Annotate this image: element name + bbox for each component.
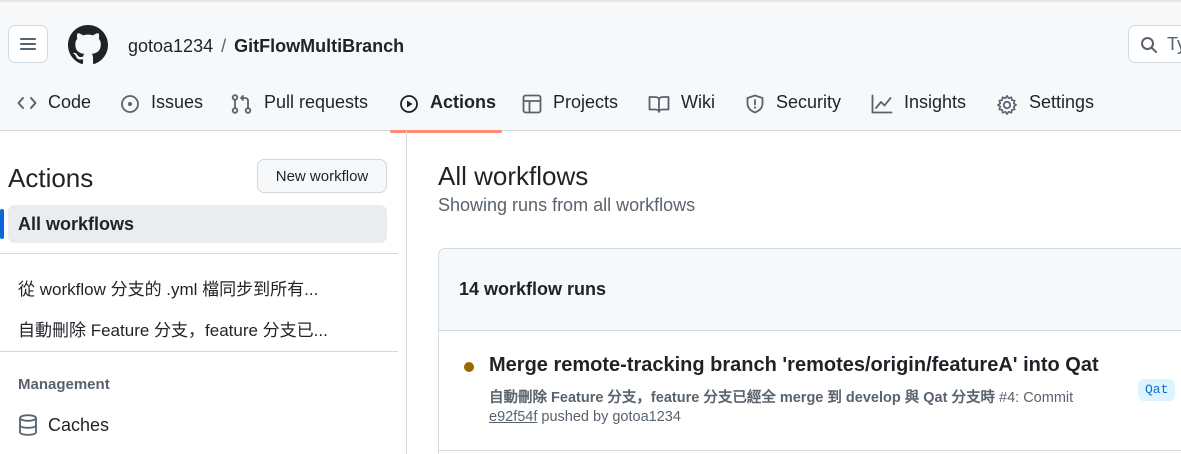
graph-icon [871,94,893,114]
run-title-link[interactable]: Merge remote-tracking branch 'remotes/or… [489,354,1099,377]
workflow-runs-main: All workflows Showing runs from all work… [408,131,1181,454]
github-logo-icon[interactable] [68,25,108,65]
tab-label: Actions [430,92,497,112]
selected-item-marker [0,209,4,239]
shield-icon [746,94,764,114]
pushed-by-text: pushed by gotoa1234 [537,409,681,425]
breadcrumb-separator: / [221,36,227,56]
runs-list-header: 14 workflow runs [439,249,1181,331]
git-pull-request-icon [231,94,252,114]
issue-opened-icon [121,95,139,113]
tab-pull-requests[interactable]: Pull requests [231,86,368,133]
branch-badge[interactable]: Qat [1138,379,1176,401]
tab-label: Projects [553,92,619,112]
repo-breadcrumb: gotoa1234 / GitFlowMultiBranch [128,35,404,57]
in-progress-status-icon [464,362,474,372]
tab-insights[interactable]: Insights [871,86,966,133]
book-icon [648,96,670,113]
tab-security[interactable]: Security [745,86,841,133]
caches-label: Caches [48,414,110,435]
actions-sidebar: Actions New workflow All workflows 從 wor… [0,131,407,454]
tab-label: Settings [1029,92,1095,112]
tab-label: Security [776,92,842,112]
tab-label: Issues [151,92,204,112]
hamburger-menu-button[interactable] [8,25,48,63]
table-icon [522,94,542,114]
management-heading: Management [18,376,110,393]
hamburger-icon [20,38,36,50]
sidebar-item-all-workflows[interactable]: All workflows [8,205,387,243]
run-number: #4: Commit [994,390,1074,406]
repo-header: gotoa1234 / GitFlowMultiBranch Ty Code Iss… [0,0,1181,133]
gear-icon [997,95,1017,115]
runs-count: 14 workflow runs [459,279,607,299]
tab-label: Pull requests [264,92,369,112]
run-workflow-name: 自動刪除 Feature 分支，feature 分支已經全 merge 到 de… [489,390,995,406]
sidebar-divider [0,253,398,254]
workflow-run-row[interactable]: Merge remote-tracking branch 'remotes/or… [439,331,1181,451]
tab-label: Code [48,92,92,112]
tab-settings[interactable]: Settings [996,86,1094,133]
tab-actions[interactable]: Actions [399,86,496,133]
search-input[interactable]: Ty [1128,25,1181,63]
run-workflow-info: 自動刪除 Feature 分支，feature 分支已經全 merge 到 de… [489,386,1073,407]
tab-label: Wiki [681,92,715,112]
repo-owner-link[interactable]: gotoa1234 [128,36,213,56]
sidebar-title: Actions [8,163,94,193]
page-title: All workflows [438,161,589,191]
sidebar-divider [0,351,398,352]
database-icon [19,414,37,436]
sidebar-item-workflow[interactable]: 自動刪除 Feature 分支，feature 分支已... [18,316,328,341]
tab-issues[interactable]: Issues [120,86,203,133]
code-icon [17,97,37,109]
workflow-runs-list: 14 workflow runs Merge remote-tracking b… [438,248,1181,454]
tab-label: Insights [904,92,967,112]
page-subtitle: Showing runs from all workflows [438,195,696,215]
commit-sha-link[interactable]: e92f54f [489,409,537,425]
sidebar-item-caches[interactable]: Caches [18,414,109,436]
sidebar-item-workflow[interactable]: 從 workflow 分支的 .yml 檔同步到所有... [18,275,318,300]
search-placeholder: Ty [1167,34,1181,54]
play-icon [400,95,418,113]
tab-projects[interactable]: Projects [522,86,618,133]
repo-name-link[interactable]: GitFlowMultiBranch [234,36,404,56]
tab-wiki[interactable]: Wiki [648,86,715,133]
search-icon [1141,37,1157,53]
run-commit-info: e92f54f pushed by gotoa1234 [489,409,681,425]
tab-code[interactable]: Code [17,86,91,133]
new-workflow-button[interactable]: New workflow [257,159,387,193]
